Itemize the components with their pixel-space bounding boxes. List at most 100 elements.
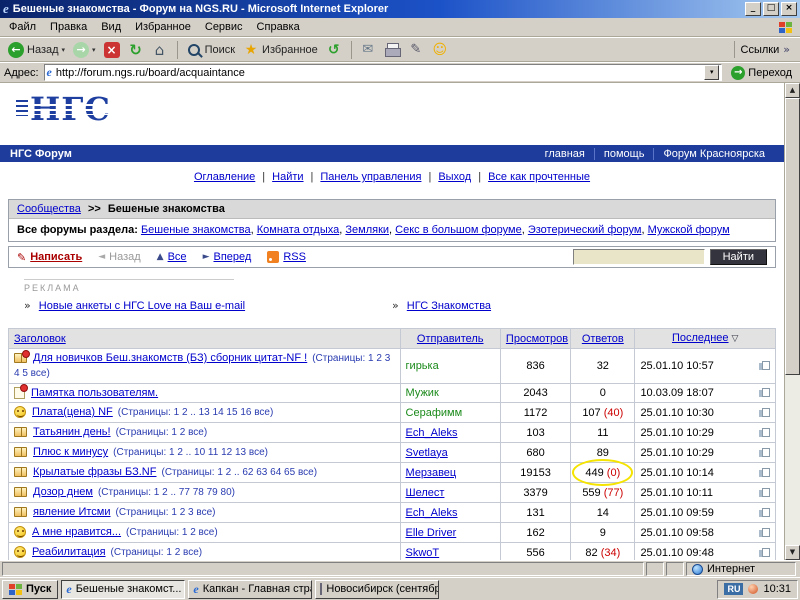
topic-link[interactable]: Плата(цена) NF <box>32 406 113 418</box>
favorites-button[interactable]: ★ Избранное <box>239 41 322 59</box>
nav-link[interactable]: Выход <box>438 171 471 183</box>
header-sender[interactable]: Отправитель <box>417 333 484 345</box>
minimize-button[interactable]: _ <box>745 2 761 16</box>
goto-last-post-icon[interactable] <box>762 468 770 477</box>
print-button[interactable] <box>380 41 404 59</box>
sender-link[interactable]: Ech_Aleks <box>406 507 458 519</box>
goto-last-post-icon[interactable] <box>762 528 770 537</box>
sort-desc-icon[interactable]: ▽ <box>732 334 739 344</box>
topic-pages[interactable]: (Страницы: 1 2 .. 62 63 64 65 все) <box>161 467 317 478</box>
sender-link[interactable]: Мужик <box>406 387 439 399</box>
header-views[interactable]: Просмотров <box>506 333 568 345</box>
sender-link[interactable]: Ech_Aleks <box>406 427 458 439</box>
goto-last-post-icon[interactable] <box>762 488 770 497</box>
sender-link[interactable]: SkwoT <box>406 547 440 559</box>
menu-item[interactable]: Файл <box>2 19 43 35</box>
address-input[interactable]: e http://forum.ngs.ru/board/acquaintance… <box>44 64 723 81</box>
header-replies[interactable]: Ответов <box>582 333 624 345</box>
back-button[interactable]: ← Назад ▾ <box>4 41 69 59</box>
topic-pages[interactable]: (Страницы: 1 2 все) <box>116 427 208 438</box>
forum-link[interactable]: Земляки <box>345 224 389 236</box>
forum-link[interactable]: Бешеные знакомства <box>141 224 251 236</box>
topic-link[interactable]: Крылатые фразы БЗ.NF <box>33 466 156 478</box>
sender-link[interactable]: Elle Driver <box>406 527 457 539</box>
topic-pages[interactable]: (Страницы: 1 2 3 все) <box>116 507 216 518</box>
nav-link[interactable]: Оглавление <box>194 171 255 183</box>
find-button[interactable]: Найти <box>710 249 767 265</box>
scrollbar-thumb[interactable] <box>785 98 800 375</box>
topic-link[interactable]: Памятка пользователям. <box>31 387 158 399</box>
go-button[interactable]: → Переход <box>727 66 796 80</box>
topic-link[interactable]: Реабилитация <box>32 546 106 558</box>
topic-search-input[interactable] <box>573 249 705 265</box>
breadcrumb-section-link[interactable]: Сообщества <box>17 203 81 215</box>
header-last[interactable]: Последнее <box>672 332 729 344</box>
header-link[interactable]: помощь <box>594 148 654 160</box>
taskbar-task[interactable]: e Бешеные знакомст... <box>61 580 185 599</box>
topic-link[interactable]: Татьянин день! <box>33 426 111 438</box>
topic-link[interactable]: Плюс к минусу <box>33 446 108 458</box>
address-dropdown-button[interactable]: ▾ <box>704 65 719 80</box>
sender-link[interactable]: гирька <box>406 360 439 372</box>
search-button[interactable]: Поиск <box>177 41 239 59</box>
messenger-button[interactable]: ☺ <box>428 41 452 59</box>
scroll-down-icon[interactable]: ▼ <box>785 545 800 560</box>
write-button[interactable]: ✎ Написать <box>17 251 82 264</box>
goto-last-post-icon[interactable] <box>762 428 770 437</box>
start-button[interactable]: Пуск <box>2 580 58 599</box>
topic-link[interactable]: Дозор днем <box>33 486 93 498</box>
menu-item[interactable]: Правка <box>43 19 94 35</box>
goto-last-post-icon[interactable] <box>762 361 770 370</box>
tray-icon[interactable] <box>748 584 758 594</box>
menu-item[interactable]: Справка <box>250 19 307 35</box>
mail-button[interactable]: ✉ <box>351 41 380 59</box>
topic-pages[interactable]: (Страницы: 1 2 .. 13 14 15 16 все) <box>118 407 274 418</box>
scroll-up-icon[interactable]: ▲ <box>785 83 800 98</box>
stop-button[interactable]: × <box>100 41 124 59</box>
clock[interactable]: 10:31 <box>763 583 791 595</box>
topic-pages[interactable]: (Страницы: 1 2 все) <box>126 527 218 538</box>
goto-last-post-icon[interactable] <box>762 448 770 457</box>
history-button[interactable]: ↺ <box>322 41 346 59</box>
nav-link[interactable]: Все как прочтенные <box>488 171 590 183</box>
dropdown-caret-icon[interactable]: ▾ <box>62 46 66 54</box>
nav-link[interactable]: Найти <box>272 171 303 183</box>
home-button[interactable]: ⌂ <box>148 41 172 59</box>
topic-pages[interactable]: (Страницы: 1 2 все) <box>111 547 203 558</box>
goto-last-post-icon[interactable] <box>762 508 770 517</box>
maximize-button[interactable]: □ <box>763 2 779 16</box>
goto-last-post-icon[interactable] <box>762 548 770 557</box>
links-bar[interactable]: Ссылки » <box>734 41 796 58</box>
menu-item[interactable]: Сервис <box>198 19 250 35</box>
ad-link-love[interactable]: Новые анкеты с НГС Love на Ваш e-mail <box>39 300 245 312</box>
nav-link[interactable]: Панель управления <box>320 171 421 183</box>
dropdown-caret-icon[interactable]: ▾ <box>92 46 96 54</box>
forum-link[interactable]: Эзотерический форум <box>528 224 642 236</box>
goto-last-post-icon[interactable] <box>762 408 770 417</box>
taskbar-task[interactable]: Новосибирск (сентябр... <box>315 580 439 599</box>
language-indicator[interactable]: RU <box>724 583 743 595</box>
vertical-scrollbar[interactable]: ▲ ▼ <box>784 83 800 560</box>
topic-link[interactable]: Для новичков Беш.знакомств (БЗ) сборник … <box>33 352 307 364</box>
header-link[interactable]: Форум Красноярска <box>653 148 774 160</box>
scrollbar-track[interactable] <box>785 98 800 545</box>
sender-link[interactable]: Мерзавец <box>406 467 457 479</box>
header-link[interactable]: главная <box>536 148 594 160</box>
refresh-button[interactable]: ↻ <box>124 41 148 59</box>
forum-link[interactable]: Мужской форум <box>648 224 730 236</box>
forum-link[interactable]: Комната отдыха <box>257 224 340 236</box>
forum-link[interactable]: Секс в большом форуме <box>395 224 522 236</box>
sender-link[interactable]: Шелест <box>406 487 445 499</box>
sender-link[interactable]: Svetlaya <box>406 447 448 459</box>
menu-item[interactable]: Избранное <box>128 19 198 35</box>
sender-link[interactable]: Серафимм <box>406 407 463 419</box>
header-title[interactable]: Заголовок <box>14 333 66 345</box>
goto-last-post-icon[interactable] <box>762 388 770 397</box>
topic-link[interactable]: А мне нравится... <box>32 526 121 538</box>
ngs-logo[interactable]: НГС <box>16 93 111 125</box>
topic-pages[interactable]: (Страницы: 1 2 .. 10 11 12 13 все) <box>113 447 268 458</box>
menu-item[interactable]: Вид <box>94 19 128 35</box>
forward-topics-button[interactable]: ► Вперед <box>203 251 252 263</box>
address-url[interactable]: http://forum.ngs.ru/board/acquaintance <box>56 67 700 79</box>
taskbar-task[interactable]: e Капкан - Главная стран... <box>188 580 312 599</box>
